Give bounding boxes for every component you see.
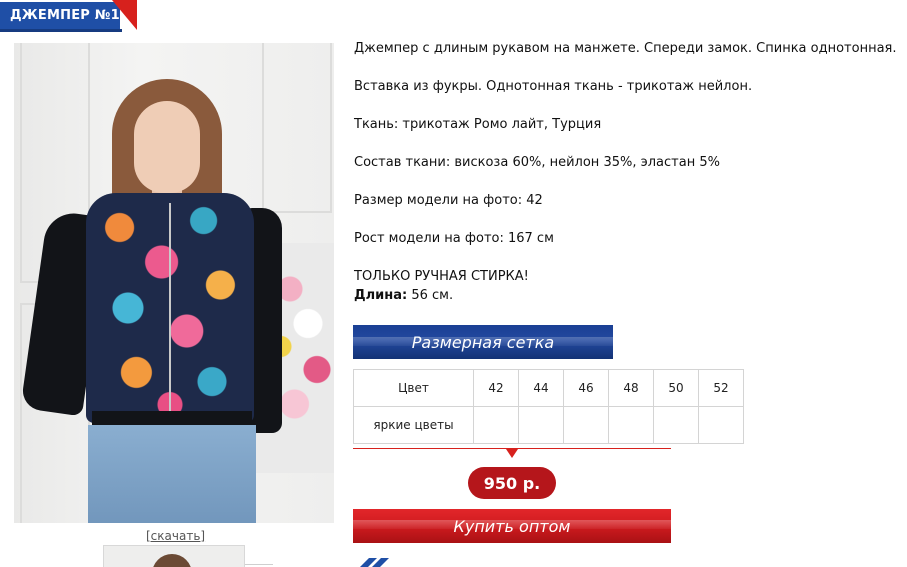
product-photo[interactable] xyxy=(14,43,334,523)
size-header: 44 xyxy=(518,369,564,407)
size-chart-button-label: Размерная сетка xyxy=(411,332,555,352)
product-title: ДЖЕМПЕР №1 xyxy=(10,8,120,23)
description-line: Рост модели на фото: 167 см xyxy=(354,231,554,246)
model-face xyxy=(134,101,200,193)
quantity-cell[interactable] xyxy=(473,406,519,444)
thumbnail-image[interactable] xyxy=(103,545,245,567)
wall-panel xyxy=(262,43,332,213)
title-tab-underline xyxy=(0,29,122,32)
quantity-cell[interactable] xyxy=(653,406,699,444)
quantity-cell[interactable] xyxy=(608,406,654,444)
color-header: Цвет xyxy=(353,369,474,407)
buy-wholesale-button-label: Купить оптом xyxy=(453,516,571,536)
product-title-tab: ДЖЕМПЕР №1 xyxy=(0,0,137,32)
thumbnail-divider xyxy=(245,564,273,565)
buy-wholesale-button[interactable]: Купить оптом xyxy=(353,509,671,543)
description-line: Джемпер с длиным рукавом на манжете. Спе… xyxy=(354,41,897,56)
color-name: яркие цветы xyxy=(353,406,474,444)
size-header: 46 xyxy=(563,369,609,407)
quantity-cell[interactable] xyxy=(563,406,609,444)
size-chart-button[interactable]: Размерная сетка xyxy=(353,325,613,359)
price-pointer-icon xyxy=(506,449,518,458)
size-header: 52 xyxy=(698,369,744,407)
quantity-cell[interactable] xyxy=(698,406,744,444)
quantity-cell[interactable] xyxy=(518,406,564,444)
model-jeans xyxy=(88,425,256,523)
length-label: Длина: xyxy=(354,288,408,303)
size-header: 48 xyxy=(608,369,654,407)
description-line: Вставка из фукры. Однотонная ткань - три… xyxy=(354,79,753,94)
length-value: 56 см. xyxy=(411,288,454,303)
length-line: Длина: 56 см. xyxy=(354,288,453,304)
table-row: яркие цветы xyxy=(353,406,744,444)
description-line: Ткань: трикотаж Ромо лайт, Турция xyxy=(354,117,602,132)
thumbnail-model-head xyxy=(152,554,192,567)
jacket-zipper xyxy=(169,203,171,418)
description-line: Размер модели на фото: 42 xyxy=(354,193,543,208)
price-badge: 950 р. xyxy=(468,467,556,499)
size-table: Цвет 42 44 46 48 50 52 яркие цветы xyxy=(353,369,744,444)
size-header: 50 xyxy=(653,369,699,407)
care-warning: ТОЛЬКО РУЧНАЯ СТИРКА! xyxy=(354,269,529,284)
brand-logo-icon xyxy=(355,553,405,567)
download-link[interactable]: [скачать] xyxy=(146,529,205,543)
table-header-row: Цвет 42 44 46 48 50 52 xyxy=(353,369,744,407)
description-line: Состав ткани: вискоза 60%, нейлон 35%, э… xyxy=(354,155,720,170)
size-header: 42 xyxy=(473,369,519,407)
